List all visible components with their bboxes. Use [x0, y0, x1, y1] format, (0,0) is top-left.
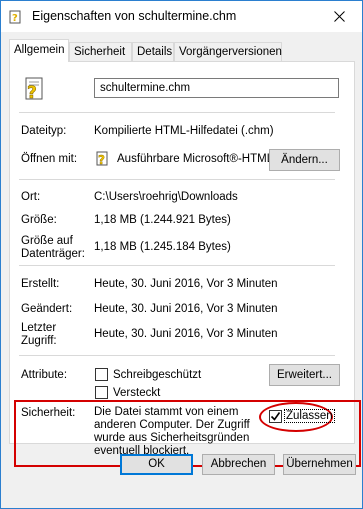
- created-value: Heute, 30. Juni 2016, Vor 3 Minuten: [94, 278, 278, 290]
- security-text: Die Datei stammt von einem anderen Compu…: [94, 406, 250, 457]
- apply-button[interactable]: Übernehmen: [283, 454, 356, 475]
- change-button[interactable]: Ändern...: [269, 149, 340, 171]
- separator: [19, 112, 335, 113]
- close-icon: [333, 11, 345, 22]
- size-on-disk-value: 1,18 MB (1.245.184 Bytes): [94, 241, 231, 253]
- accessed-value: Heute, 30. Juni 2016, Vor 3 Minuten: [94, 328, 278, 340]
- cancel-button[interactable]: Abbrechen: [202, 454, 275, 475]
- modified-label: Geändert:: [21, 303, 73, 315]
- size-label: Größe:: [21, 214, 57, 226]
- location-label: Ort:: [21, 191, 41, 203]
- properties-dialog: ? Eigenschaften von schultermine.chm All…: [0, 0, 363, 509]
- close-button[interactable]: [316, 1, 362, 32]
- hidden-checkbox[interactable]: [95, 386, 108, 399]
- size-on-disk-label-line1: Größe auf: [21, 235, 73, 247]
- accessed-label: Letzter Zugriff:: [21, 322, 57, 348]
- created-label: Erstellt:: [21, 278, 60, 290]
- window-title: Eigenschaften von schultermine.chm: [32, 9, 237, 23]
- tab-sicherheit[interactable]: Sicherheit: [69, 42, 132, 61]
- opens-with-value: Ausführbare Microsoft®-HTML: [117, 153, 274, 165]
- svg-text:?: ?: [27, 83, 37, 102]
- help-file-icon: ?: [9, 10, 23, 24]
- attributes-label: Attribute:: [21, 369, 68, 381]
- location-value: C:\Users\roehrig\Downloads: [94, 191, 238, 203]
- size-on-disk-label-line2: Datenträger:: [21, 248, 85, 260]
- security-label: Sicherheit:: [21, 407, 76, 419]
- ok-button[interactable]: OK: [120, 454, 193, 475]
- tab-vorgaengerversionen[interactable]: Vorgängerversionen: [174, 42, 282, 61]
- advanced-button[interactable]: Erweitert...: [269, 364, 340, 386]
- checkmark-icon: [270, 412, 281, 421]
- separator: [19, 355, 335, 356]
- modified-value: Heute, 30. Juni 2016, Vor 3 Minuten: [94, 303, 278, 315]
- tab-allgemein[interactable]: Allgemein: [9, 39, 69, 62]
- hidden-label[interactable]: Versteckt: [113, 387, 160, 399]
- size-on-disk-label: Größe auf Datenträger:: [21, 235, 85, 261]
- separator: [19, 179, 335, 180]
- unblock-checkbox[interactable]: [269, 410, 282, 423]
- opens-with-label: Öffnen mit:: [21, 153, 78, 165]
- help-file-icon: ?: [23, 76, 47, 103]
- readonly-checkbox[interactable]: [95, 368, 108, 381]
- file-type-value: Kompilierte HTML-Hilfedatei (.chm): [94, 125, 274, 137]
- svg-text:?: ?: [12, 13, 18, 24]
- readonly-label[interactable]: Schreibgeschützt: [113, 369, 201, 381]
- svg-text:?: ?: [98, 153, 105, 167]
- filename-input[interactable]: [94, 78, 339, 98]
- accessed-label-line1: Letzter: [21, 322, 57, 334]
- tab-details[interactable]: Details: [132, 42, 174, 61]
- file-type-label: Dateityp:: [21, 125, 67, 137]
- help-viewer-icon: ?: [95, 151, 111, 167]
- unblock-label[interactable]: Zulassen: [284, 409, 335, 423]
- title-bar[interactable]: ? Eigenschaften von schultermine.chm: [1, 1, 362, 32]
- separator: [19, 265, 335, 266]
- accessed-label-line2: Zugriff:: [21, 335, 57, 347]
- size-value: 1,18 MB (1.244.921 Bytes): [94, 214, 231, 226]
